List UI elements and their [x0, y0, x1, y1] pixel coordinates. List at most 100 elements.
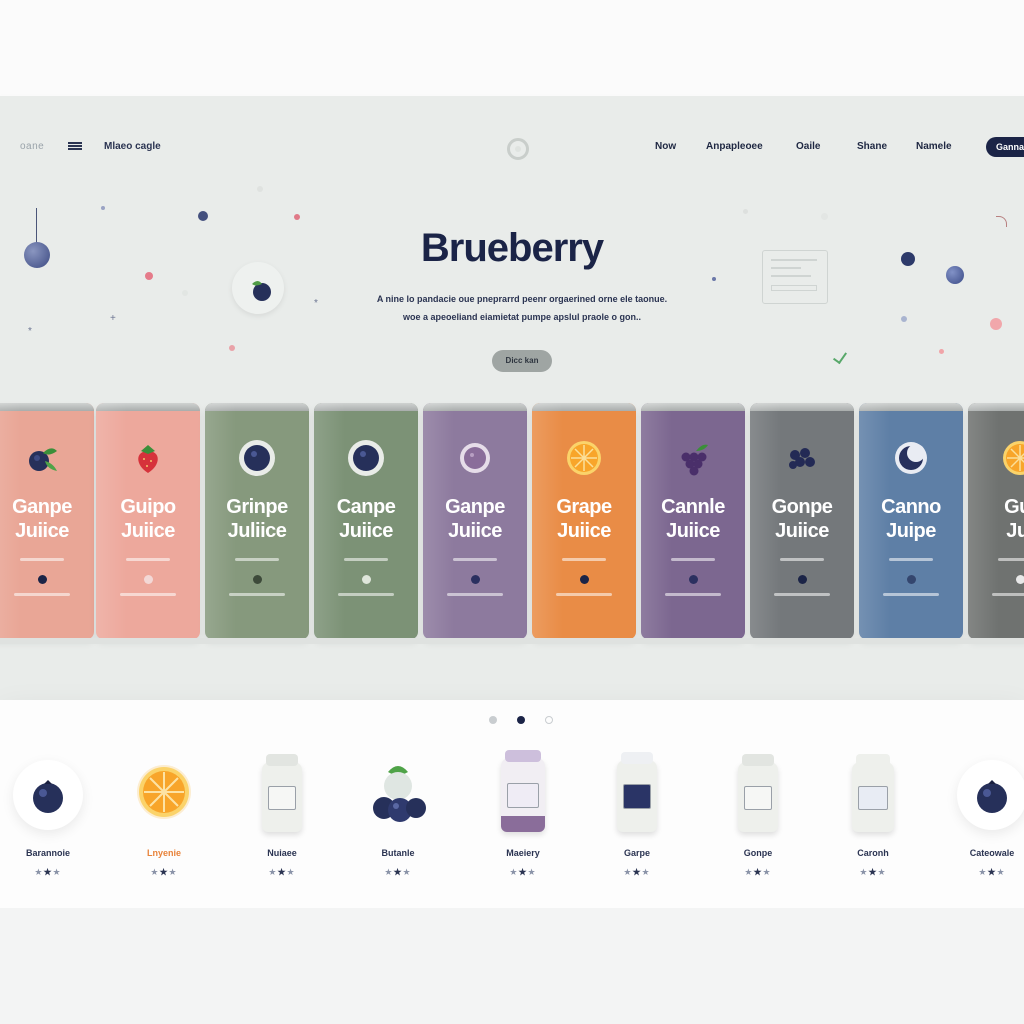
decor-dot: [939, 349, 944, 354]
star-icon: ★: [518, 867, 528, 877]
nav-left-link[interactable]: Mlaeo cagle: [104, 141, 161, 152]
can-name-line-1: Ganpe: [445, 496, 505, 518]
can-emblem-dot: [470, 575, 480, 584]
nav-cta-button[interactable]: Ganna: [986, 137, 1024, 157]
can-fine-print: [992, 593, 1024, 596]
blueberry-circle-icon: [952, 750, 1024, 836]
juice-can[interactable]: Grape Juiice: [532, 403, 636, 639]
pager-dot-2[interactable]: [517, 716, 525, 724]
juice-can[interactable]: Cannle Juiice: [641, 403, 745, 639]
decor-dot: [229, 345, 235, 351]
decor-dot: [743, 209, 748, 214]
moon-fruit-icon: [892, 439, 930, 477]
star-icon: ★: [762, 867, 772, 877]
decor-dot: [712, 277, 716, 281]
rating-stars: ★★★: [109, 867, 219, 878]
product-card[interactable]: Caronh ★★★: [818, 750, 928, 890]
juice-can[interactable]: Ganpe Juiice: [423, 403, 527, 639]
product-card[interactable]: Cateowale ★★★: [937, 750, 1024, 890]
can-name-line-2: Juliice: [227, 520, 287, 542]
product-card[interactable]: Barannoie ★★★: [0, 750, 103, 890]
product-label: Lnyenie: [146, 848, 181, 858]
can-emblem-dot: [688, 575, 698, 584]
menu-icon[interactable]: [68, 142, 82, 150]
can-name: Gui Jui: [968, 495, 1024, 543]
jar-navy-icon: [597, 750, 677, 836]
blueberry-circle-icon: [8, 750, 88, 836]
can-fine-print: [998, 558, 1024, 561]
nav-item-4[interactable]: Shane: [857, 141, 887, 152]
can-fine-print: [562, 558, 606, 561]
rating-stars: ★★★: [227, 867, 337, 878]
juice-can[interactable]: Canpe Juiice: [314, 403, 418, 639]
nav-item-now[interactable]: Now: [655, 141, 676, 152]
can-emblem-dot: [252, 575, 262, 584]
juice-can[interactable]: Gui Jui: [968, 403, 1024, 639]
hero-description-line-1: A nine lo pandacie oue pneprarrd peenr o…: [376, 294, 668, 304]
product-card[interactable]: Maeiery ★★★: [468, 750, 578, 890]
can-emblem-dot: [143, 575, 153, 584]
product-card[interactable]: Nuiaee ★★★: [227, 750, 337, 890]
can-emblem-dot: [579, 575, 589, 584]
product-label: Caronh: [857, 848, 889, 858]
orange-slice-icon: [565, 439, 603, 477]
star-icon: ★: [996, 867, 1006, 877]
blueberry-leaf-icon: [23, 439, 61, 477]
nav-item-3[interactable]: Oaile: [796, 141, 820, 152]
decor-dot: [821, 213, 828, 220]
can-name-line-1: Canpe: [336, 496, 396, 518]
nav-logo[interactable]: oane: [20, 141, 44, 152]
can-name-line-1: Grinpe: [226, 496, 288, 518]
can-name-line-2: Juiice: [339, 520, 393, 542]
nav-item-2[interactable]: Anpapleoee: [706, 141, 763, 152]
can-name-line-1: Ganpe: [12, 496, 72, 518]
product-label: Maeiery: [506, 848, 540, 858]
star-icon: ★: [393, 867, 403, 877]
can-name-line-2: Juiice: [666, 520, 720, 542]
can-name-line-1: Grape: [556, 496, 612, 518]
product-card[interactable]: Lnyenie ★★★: [109, 750, 219, 890]
can-name-line-1: Gui: [1004, 496, 1024, 518]
can-fine-print: [338, 593, 394, 596]
can-name-line-1: Guipo: [120, 496, 176, 518]
star-icon: ★: [641, 867, 651, 877]
product-label: Garpe: [623, 848, 650, 858]
brand-ring-icon[interactable]: [507, 138, 529, 160]
product-card[interactable]: Garpe ★★★: [582, 750, 692, 890]
hero-button[interactable]: Dicc kan: [492, 350, 552, 372]
can-fine-print: [120, 593, 176, 596]
rating-stars: ★★★: [0, 867, 103, 878]
jar-plain-icon: [718, 750, 798, 836]
rating-stars: ★★★: [937, 867, 1024, 878]
can-name-line-2: Juiice: [775, 520, 829, 542]
nav-item-5[interactable]: Namele: [916, 141, 952, 152]
juice-can[interactable]: Grinpe Juliice: [205, 403, 309, 639]
plum-icon: [456, 439, 494, 477]
decor-dot: [294, 214, 300, 220]
can-fine-print: [556, 593, 612, 596]
pager-dot-1[interactable]: [489, 716, 497, 724]
juice-can[interactable]: Ganpe Juiice: [0, 403, 94, 639]
top-band: [0, 0, 1024, 96]
blueberries-icon: [358, 750, 438, 836]
can-name: Canno Juipe: [859, 495, 963, 543]
can-fine-print: [453, 558, 497, 561]
can-name-line-2: Juiice: [557, 520, 611, 542]
star-icon: ★: [753, 867, 763, 877]
can-fine-print: [665, 593, 721, 596]
rating-stars: ★★★: [703, 867, 813, 878]
can-emblem-dot: [1015, 575, 1024, 584]
jar-purple-icon: [483, 750, 563, 836]
star-icon: ★: [52, 867, 62, 877]
product-card[interactable]: Butanle ★★★: [343, 750, 453, 890]
can-emblem-dot: [37, 575, 47, 584]
juice-can[interactable]: Gonpe Juiice: [750, 403, 854, 639]
star-icon: ★: [632, 867, 642, 877]
can-emblem-dot: [361, 575, 371, 584]
juice-can[interactable]: Guipo Juiice: [96, 403, 200, 639]
pager-dot-3[interactable]: [545, 716, 553, 724]
juice-can[interactable]: Canno Juipe: [859, 403, 963, 639]
can-fine-print: [235, 558, 279, 561]
product-card[interactable]: Gonpe ★★★: [703, 750, 813, 890]
can-fine-print: [889, 558, 933, 561]
